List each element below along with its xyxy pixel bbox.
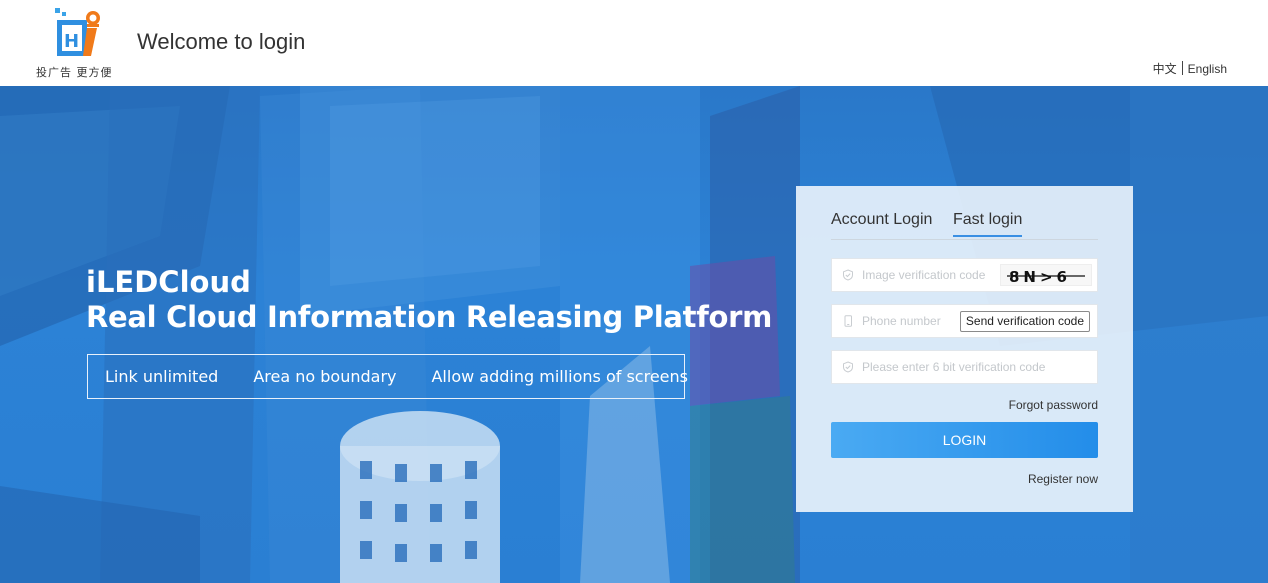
register-link[interactable]: Register now bbox=[1028, 472, 1098, 486]
login-button[interactable]: LOGIN bbox=[831, 422, 1098, 458]
send-code-button[interactable]: Send verification code bbox=[959, 311, 1090, 332]
page-title: Welcome to login bbox=[137, 29, 306, 54]
hero-banner: iLEDCloud Real Cloud Information Releasi… bbox=[0, 86, 1268, 583]
hero-title-block: iLEDCloud Real Cloud Information Releasi… bbox=[86, 265, 772, 335]
sms-code-field bbox=[831, 350, 1098, 384]
phone-input[interactable] bbox=[862, 305, 962, 337]
tab-account-login[interactable]: Account Login bbox=[831, 211, 932, 229]
sms-code-input[interactable] bbox=[862, 351, 1082, 383]
logo-slogan: 投广告 更方便 bbox=[36, 66, 113, 79]
login-panel: Account Login Fast login 8N>6 Send verif… bbox=[796, 186, 1133, 512]
forgot-password-link[interactable]: Forgot password bbox=[1009, 398, 1098, 412]
hero-title-platform: Real Cloud Information Releasing Platfor… bbox=[86, 300, 773, 334]
lang-en-link[interactable]: English bbox=[1188, 62, 1227, 76]
login-tabs: Account Login Fast login bbox=[831, 211, 1098, 240]
lang-divider bbox=[1181, 61, 1183, 75]
phone-icon bbox=[844, 315, 852, 327]
captcha-text: 8N>6 bbox=[1009, 268, 1071, 286]
image-code-field: 8N>6 bbox=[831, 258, 1098, 292]
hero-title-product: iLEDCloud bbox=[86, 265, 251, 299]
feature-list: Link unlimited Area no boundary Allow ad… bbox=[87, 354, 688, 399]
captcha-graphic: 8N>6 bbox=[1007, 268, 1085, 286]
phone-field: Send verification code bbox=[831, 304, 1098, 338]
logo-icon: H bbox=[55, 8, 100, 56]
header: H 投广告 更方便 Welcome to login 中文 English bbox=[0, 0, 1268, 86]
captcha-image[interactable]: 8N>6 bbox=[1000, 264, 1092, 286]
feature-item: Allow adding millions of screens bbox=[431, 367, 688, 386]
tab-fast-login[interactable]: Fast login bbox=[953, 211, 1023, 237]
shield-icon bbox=[843, 269, 853, 281]
language-switcher: 中文 English bbox=[1153, 60, 1227, 77]
lang-zh-link[interactable]: 中文 bbox=[1153, 62, 1177, 76]
image-code-input[interactable] bbox=[862, 259, 1002, 291]
feature-item: Link unlimited bbox=[105, 367, 219, 386]
logo: H 投广告 更方便 bbox=[36, 6, 120, 82]
svg-text:H: H bbox=[64, 31, 79, 52]
feature-item: Area no boundary bbox=[253, 367, 397, 386]
shield-icon bbox=[843, 361, 853, 373]
